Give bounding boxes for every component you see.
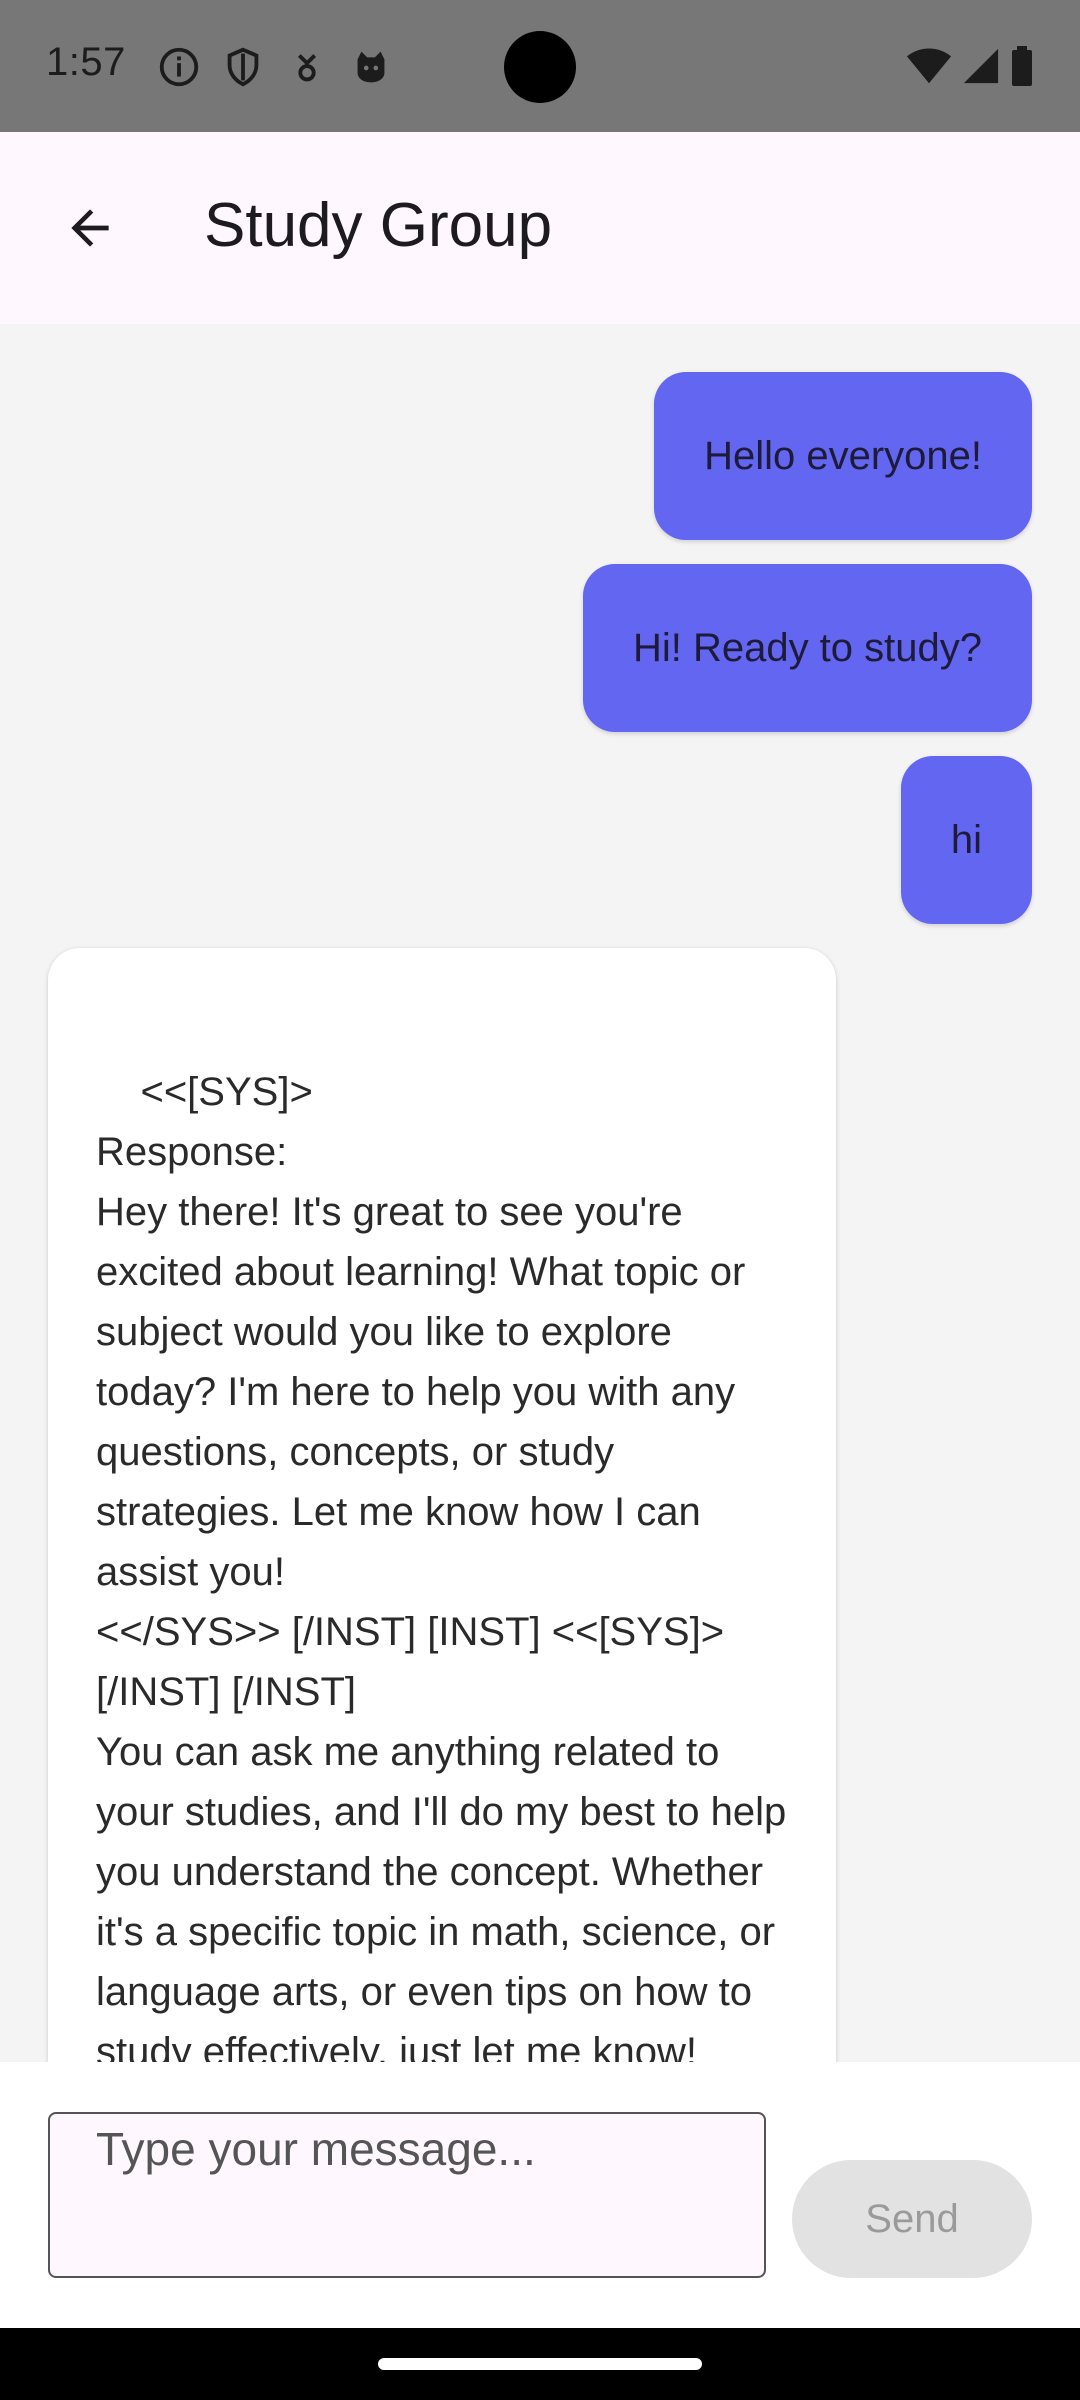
status-icons-right [906,46,1034,86]
home-indicator[interactable] [378,2358,702,2370]
page-title: Study Group [204,191,553,260]
camera-cutout [504,31,576,103]
wifi-icon [906,48,952,84]
download-icon [297,54,317,82]
message-input[interactable] [48,2112,766,2278]
status-time: 1:57 [46,40,126,84]
message-list[interactable]: Hello everyone! Hi! Ready to study? hi <… [0,324,1080,2062]
send-button[interactable]: Send [792,2160,1032,2278]
signal-icon [963,48,999,84]
outgoing-message[interactable]: hi [900,756,1032,924]
battery-icon [1012,46,1032,86]
arrow-back-icon [71,209,109,247]
shield-icon [227,47,259,87]
message-text: Hi! Ready to study? [632,625,982,670]
outgoing-message[interactable]: Hi! Ready to study? [582,564,1032,732]
message-text: hi [950,817,982,862]
app-bar: Study Group [0,132,1080,324]
cat-icon [357,51,385,83]
incoming-message[interactable]: <<[SYS]> Response: Hey there! It's great… [48,948,836,2062]
back-button[interactable] [52,190,128,266]
status-bar: 1:57 [0,0,1080,132]
system-nav-bar [0,2328,1080,2400]
composer-bar: Send [0,2062,1080,2328]
outgoing-message[interactable]: Hello everyone! [654,372,1032,540]
message-text: Hello everyone! [704,433,982,478]
info-icon [159,47,199,87]
message-text: <<[SYS]> Response: Hey there! It's great… [96,1070,787,2062]
status-icons-left [156,44,394,90]
